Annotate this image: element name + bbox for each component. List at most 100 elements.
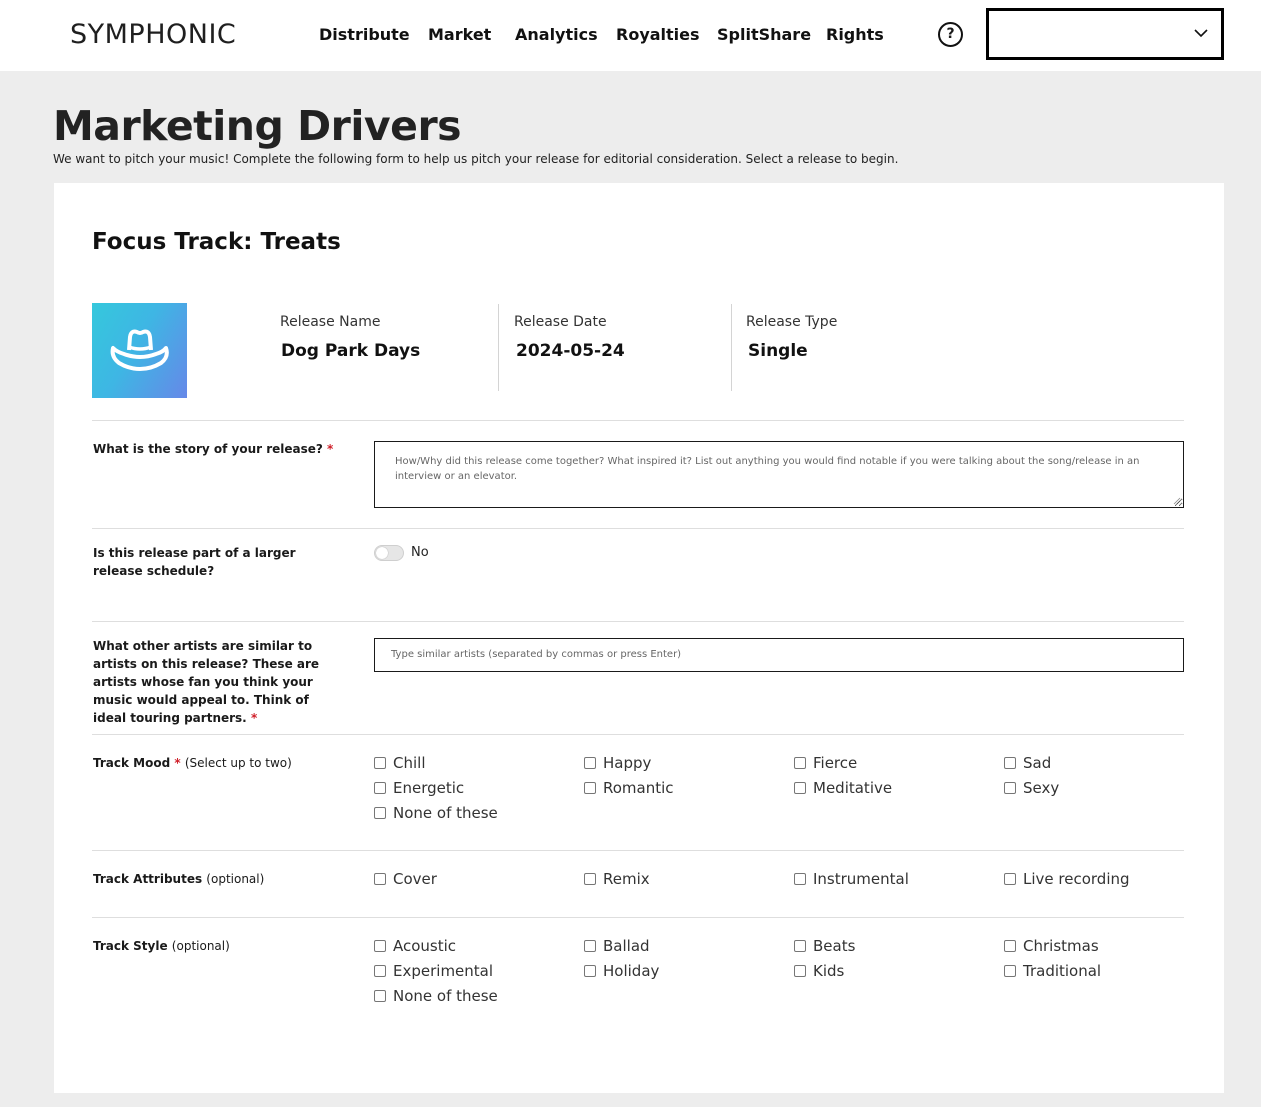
nav-market[interactable]: Market bbox=[428, 22, 491, 48]
checkbox[interactable] bbox=[374, 757, 386, 769]
option-label: Remix bbox=[603, 870, 650, 888]
track-mood-note: (Select up to two) bbox=[184, 756, 292, 770]
option-label: Holiday bbox=[603, 962, 660, 980]
nav-distribute[interactable]: Distribute bbox=[319, 22, 410, 48]
checkbox[interactable] bbox=[584, 873, 596, 885]
meta-divider bbox=[731, 304, 732, 391]
release-type-value: Single bbox=[748, 341, 808, 361]
checkbox[interactable] bbox=[374, 990, 386, 1002]
divider bbox=[92, 850, 1184, 851]
toggle-state-text: No bbox=[411, 545, 429, 560]
option-label: Instrumental bbox=[813, 870, 909, 888]
chevron-down-icon bbox=[1194, 29, 1208, 38]
required-marker: * bbox=[250, 711, 258, 725]
cowboy-hat-icon bbox=[110, 329, 169, 371]
checkbox[interactable] bbox=[1004, 782, 1016, 794]
option-label: Beats bbox=[813, 937, 856, 955]
track-mood-text: Track Mood bbox=[93, 756, 171, 770]
track-attributes-label: Track Attributes (optional) bbox=[93, 870, 341, 888]
track-mood-label: Track Mood * (Select up to two) bbox=[93, 754, 341, 772]
checkbox[interactable] bbox=[584, 965, 596, 977]
option-label: Sexy bbox=[1023, 779, 1060, 797]
similar-artists-input[interactable]: Type similar artists (separated by comma… bbox=[374, 638, 1184, 672]
nav-splitshare[interactable]: SplitShare bbox=[717, 22, 811, 48]
similar-artists-placeholder: Type similar artists (separated by comma… bbox=[391, 649, 682, 660]
focus-track-title: Focus Track: Treats bbox=[92, 229, 341, 255]
top-navigation-bar: SYMPHONIC Distribute Market Analytics Ro… bbox=[0, 0, 1261, 71]
toggle-knob bbox=[376, 547, 388, 559]
track-style-label: Track Style (optional) bbox=[93, 937, 341, 955]
similar-artists-text: What other artists are similar to artist… bbox=[93, 639, 320, 725]
track-style-text: Track Style bbox=[93, 939, 168, 953]
divider bbox=[92, 420, 1184, 421]
checkbox[interactable] bbox=[794, 757, 806, 769]
checkbox[interactable] bbox=[1004, 873, 1016, 885]
checkbox[interactable] bbox=[1004, 965, 1016, 977]
release-schedule-toggle[interactable] bbox=[374, 545, 404, 561]
release-name-label: Release Name bbox=[280, 314, 381, 330]
release-date-label: Release Date bbox=[514, 314, 607, 330]
option-label: Romantic bbox=[603, 779, 674, 797]
resize-grip-icon[interactable] bbox=[1173, 497, 1181, 505]
release-artwork bbox=[92, 303, 187, 398]
checkbox[interactable] bbox=[374, 807, 386, 819]
option-label: Ballad bbox=[603, 937, 650, 955]
option-label: Chill bbox=[393, 754, 426, 772]
required-marker: * bbox=[174, 756, 181, 770]
nav-analytics[interactable]: Analytics bbox=[515, 22, 598, 48]
story-placeholder: How/Why did this release come together? … bbox=[395, 456, 1140, 482]
schedule-question-label: Is this release part of a larger release… bbox=[93, 546, 296, 578]
story-question-label: What is the story of your release? * bbox=[93, 440, 341, 458]
option-label: Acoustic bbox=[393, 937, 457, 955]
checkbox[interactable] bbox=[1004, 757, 1016, 769]
option-label: None of these bbox=[393, 987, 498, 1005]
checkbox[interactable] bbox=[1004, 940, 1016, 952]
symphonic-logo[interactable]: SYMPHONIC bbox=[70, 18, 236, 52]
release-name-value: Dog Park Days bbox=[281, 341, 421, 361]
release-type-label: Release Type bbox=[746, 314, 838, 330]
track-attributes-note: (optional) bbox=[206, 872, 265, 886]
checkbox[interactable] bbox=[374, 965, 386, 977]
story-textarea[interactable]: How/Why did this release come together? … bbox=[374, 441, 1184, 508]
option-label: Sad bbox=[1023, 754, 1052, 772]
option-label: Christmas bbox=[1023, 937, 1099, 955]
page-title: Marketing Drivers bbox=[53, 102, 462, 150]
divider bbox=[92, 621, 1184, 622]
nav-royalties[interactable]: Royalties bbox=[616, 22, 700, 48]
checkbox[interactable] bbox=[374, 873, 386, 885]
option-label: Energetic bbox=[393, 779, 465, 797]
option-label: Experimental bbox=[393, 962, 494, 980]
story-question-text: What is the story of your release? bbox=[93, 442, 323, 456]
checkbox[interactable] bbox=[584, 782, 596, 794]
checkbox[interactable] bbox=[374, 782, 386, 794]
option-label: Fierce bbox=[813, 754, 858, 772]
checkbox[interactable] bbox=[794, 940, 806, 952]
similar-artists-label: What other artists are similar to artist… bbox=[93, 637, 341, 727]
nav-rights[interactable]: Rights bbox=[826, 22, 884, 48]
release-date-value: 2024-05-24 bbox=[516, 341, 625, 361]
checkbox[interactable] bbox=[374, 940, 386, 952]
option-label: Live recording bbox=[1023, 870, 1130, 888]
page-subtitle: We want to pitch your music! Complete th… bbox=[53, 152, 899, 166]
track-attributes-text: Track Attributes bbox=[93, 872, 203, 886]
track-style-note: (optional) bbox=[171, 939, 230, 953]
option-label: Cover bbox=[393, 870, 437, 888]
option-label: Kids bbox=[813, 962, 845, 980]
divider bbox=[92, 917, 1184, 918]
checkbox[interactable] bbox=[794, 873, 806, 885]
divider bbox=[92, 734, 1184, 735]
checkbox[interactable] bbox=[584, 940, 596, 952]
meta-divider bbox=[498, 304, 499, 391]
account-select[interactable] bbox=[986, 8, 1224, 60]
marketing-drivers-card: Focus Track: Treats Release Name Dog Par… bbox=[54, 183, 1224, 1093]
divider bbox=[92, 528, 1184, 529]
checkbox[interactable] bbox=[584, 757, 596, 769]
required-marker: * bbox=[327, 442, 334, 456]
checkbox[interactable] bbox=[794, 782, 806, 794]
option-label: Meditative bbox=[813, 779, 893, 797]
option-label: Traditional bbox=[1023, 962, 1102, 980]
option-label: Happy bbox=[603, 754, 652, 772]
checkbox[interactable] bbox=[794, 965, 806, 977]
option-label: None of these bbox=[393, 804, 498, 822]
help-icon[interactable]: ? bbox=[938, 22, 963, 47]
